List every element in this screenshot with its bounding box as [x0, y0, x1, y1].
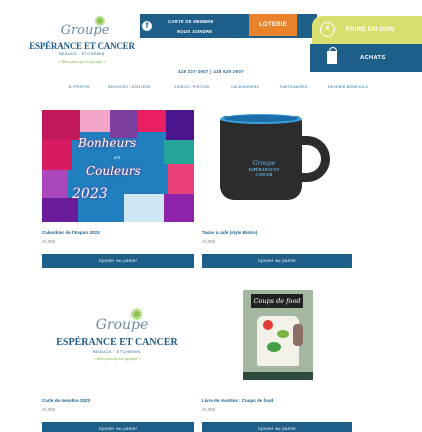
collage-photo: [164, 194, 194, 222]
shopping-bag-icon: [327, 47, 337, 64]
product-name[interactable]: Carte de membre 2023: [42, 398, 90, 403]
logo-tagline-text: « Bien plus qu'un groupe »: [58, 59, 106, 64]
calendar-year: 2023: [72, 186, 108, 202]
add-to-cart-button[interactable]: Ajouter au panier: [42, 422, 194, 432]
collage-photo: [80, 110, 110, 132]
product-name[interactable]: Tasse à café (style Bistro): [202, 230, 257, 235]
calendar-title-line2: en: [114, 155, 121, 161]
collage-photo: [138, 110, 166, 132]
vegetable-shape: [277, 330, 289, 338]
calendar-title-line3: Couleurs: [86, 164, 141, 178]
logo-subtitle-text: BEAUCE · ETCHEMIN: [59, 52, 105, 56]
nav-item-videos[interactable]: VIDÉOS / PHOTOS: [174, 85, 209, 89]
vegetable-shape: [267, 342, 281, 352]
collage-photo: [124, 194, 164, 222]
donate-heart-icon: ♥: [320, 22, 335, 37]
product-name[interactable]: Calendrier de l'Espoir 2023: [42, 230, 100, 235]
membership-card-product-image[interactable]: ✺ Groupe ESPÉRANCE ET CANCER BEAUCE · ET…: [52, 300, 182, 372]
calendar-title-line1: Bonheurs: [78, 136, 137, 150]
add-to-cart-button[interactable]: Ajouter au panier: [42, 254, 194, 268]
main-nav: À PROPOS SERVICES / ATELIERS VIDÉOS / PH…: [69, 85, 389, 93]
collage-photo: [42, 170, 68, 198]
product-price: 15,00$: [202, 239, 215, 244]
logo-groupe-text: Groupe: [60, 23, 110, 38]
nav-item-a-propos[interactable]: À PROPOS: [69, 85, 90, 89]
facebook-icon[interactable]: f: [142, 21, 152, 31]
donate-button-label: FAIRE UN DON: [346, 26, 395, 33]
collage-photo: [42, 110, 80, 140]
achats-button-label: ACHATS: [360, 55, 386, 61]
mug-logo-name: ESPÉRANCE ET CANCER: [248, 167, 280, 177]
mug-body-shape: [220, 116, 302, 200]
calendar-product-image[interactable]: Bonheurs en Couleurs 2023: [42, 110, 194, 222]
collage-photo: [168, 164, 194, 194]
product-price: 20,00$: [42, 239, 55, 244]
arm-shape: [293, 324, 303, 346]
cookbook-title: Coups de food: [251, 294, 303, 308]
add-to-cart-button[interactable]: Ajouter au panier: [202, 254, 352, 268]
mug-product-image[interactable]: Groupe ESPÉRANCE ET CANCER: [216, 110, 340, 222]
add-to-cart-button[interactable]: Ajouter au panier: [202, 422, 352, 432]
nav-item-partenaires[interactable]: PARTENAIRES: [280, 85, 308, 89]
card-logo-groupe: Groupe: [95, 317, 149, 333]
nav-item-benevole[interactable]: DEVENIR BÉNÉVOLE: [328, 85, 368, 89]
loterie-button[interactable]: LOTERIE: [249, 14, 297, 36]
mug-logo: Groupe ESPÉRANCE ET CANCER: [244, 160, 284, 177]
product-price: 20,00$: [42, 407, 55, 412]
card-logo-name: ESPÉRANCE ET CANCER: [56, 337, 178, 348]
achats-button[interactable]: ACHATS: [310, 44, 422, 72]
membership-card-link[interactable]: CARTE DE MEMBRE: [168, 19, 214, 24]
donate-button[interactable]: ♥ FAIRE UN DON: [312, 16, 422, 44]
site-logo[interactable]: ✺ Groupe ESPÉRANCE ET CANCER BEAUCE · ET…: [24, 12, 140, 72]
collage-photo: [166, 110, 194, 140]
mug-logo-groupe: Groupe: [252, 160, 276, 167]
site-header: ✺ Groupe ESPÉRANCE ET CANCER BEAUCE · ET…: [0, 8, 422, 74]
nav-item-calendriers[interactable]: CALENDRIERS: [231, 85, 259, 89]
phone-numbers: 418 227-3607 | 418 625-2607: [178, 69, 244, 74]
collage-photo: [164, 140, 194, 164]
collage-photo: [42, 140, 72, 170]
contact-link[interactable]: NOUS JOINDRE: [177, 29, 212, 34]
cookbook-product-image[interactable]: Coups de food: [243, 290, 313, 380]
tomato-shape: [263, 320, 273, 330]
nav-item-services[interactable]: SERVICES / ATELIERS: [108, 85, 151, 89]
mug-inner-shape: [224, 115, 298, 122]
logo-name-text: ESPÉRANCE ET CANCER: [29, 41, 135, 51]
cookbook-footer-band: [243, 372, 313, 380]
page: ✺ Groupe ESPÉRANCE ET CANCER BEAUCE · ET…: [0, 0, 422, 432]
product-price: 20,00$: [202, 407, 215, 412]
card-logo-subtitle: BEAUCE · ETCHEMIN: [93, 349, 141, 354]
card-logo-tagline: « Bien plus qu'un groupe »: [93, 356, 141, 361]
product-name[interactable]: Livre de recettes : Coups de food: [202, 398, 273, 403]
collage-photo: [110, 110, 138, 138]
